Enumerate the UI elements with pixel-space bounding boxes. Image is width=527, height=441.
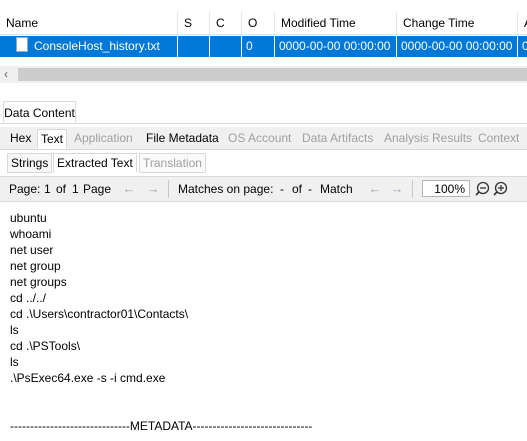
match-current: - [280, 182, 284, 196]
col-modified-time[interactable]: Modified Time [275, 12, 397, 34]
page-current: 1 [44, 182, 51, 196]
text-line: ls [10, 355, 19, 369]
file-name: ConsoleHost_history.txt [34, 39, 160, 53]
cell-a: 0 [522, 39, 527, 53]
cell-name: ConsoleHost_history.txt [0, 36, 178, 57]
data-content-tabbar: Data Content [0, 101, 527, 124]
col-o[interactable]: O [242, 12, 275, 34]
tab-extracted-text[interactable]: Extracted Text [53, 153, 137, 173]
page-label: Page: [9, 182, 41, 196]
extracted-text-area[interactable]: ubuntu whoami net user net group net gro… [0, 202, 527, 441]
horizontal-scrollbar[interactable]: ‹ [0, 66, 527, 83]
col-s[interactable]: S [178, 12, 210, 34]
tab-data-content[interactable]: Data Content [3, 101, 76, 123]
match-total: - [308, 182, 312, 196]
table-row[interactable]: ConsoleHost_history.txt 0 0000-00-00 00:… [0, 36, 527, 57]
paging-toolbar: Page: 1 of 1 Page ← → Matches on page: -… [0, 176, 527, 202]
text-line: net group [10, 259, 61, 273]
tab-context[interactable]: Context [475, 129, 522, 149]
col-name[interactable]: Name [0, 12, 178, 34]
zoom-out-icon[interactable] [474, 179, 492, 199]
match-word: Match [320, 182, 353, 196]
tab-data-artifacts[interactable]: Data Artifacts [299, 129, 376, 149]
tab-strings[interactable]: Strings [7, 153, 53, 173]
scroll-left-icon[interactable]: ‹ [4, 66, 8, 83]
text-line: ls [10, 323, 19, 337]
col-c[interactable]: C [210, 12, 242, 34]
matches-label: Matches on page: [178, 182, 274, 196]
match-of: of [292, 182, 303, 196]
zoom-in-icon[interactable] [492, 179, 510, 199]
toolbar-divider [412, 180, 413, 198]
col-a[interactable]: A [518, 12, 527, 34]
text-line: cd .\PSTools\ [10, 339, 81, 353]
file-table: Name S C O Modified Time Change Time A C… [0, 0, 527, 60]
cell-o: 0 [242, 36, 275, 57]
metadata-separator: ------------------------------METADATA--… [10, 419, 313, 433]
toolbar-divider [168, 180, 169, 198]
next-page-icon[interactable]: → [144, 180, 162, 198]
col-change-time[interactable]: Change Time [397, 12, 518, 34]
cell-c [210, 36, 242, 57]
file-icon [16, 37, 28, 52]
scrollbar-thumb[interactable] [18, 68, 527, 81]
viewer-tabs: Hex Text Application File Metadata OS Ac… [0, 127, 527, 150]
text-line: cd .\Users\contractor01\Contacts\ [10, 307, 189, 321]
cell-s [178, 36, 210, 57]
prev-match-icon[interactable]: ← [366, 180, 384, 198]
zoom-field[interactable]: 100% [422, 180, 470, 197]
text-line: whoami [10, 227, 52, 241]
tab-translation[interactable]: Translation [139, 153, 206, 173]
tab-application[interactable]: Application [71, 129, 136, 149]
page-of: of [56, 182, 67, 196]
tab-hex[interactable]: Hex [7, 129, 34, 149]
text-line: .\PsExec64.exe -s -i cmd.exe [10, 371, 166, 385]
cell-change: 0000-00-00 00:00:00 [397, 36, 518, 57]
text-line: cd ../../ [10, 291, 47, 305]
text-line: net user [10, 243, 54, 257]
page-word: Page [83, 182, 112, 196]
cell-modified: 0000-00-00 00:00:00 [275, 36, 397, 57]
next-match-icon[interactable]: → [388, 180, 406, 198]
table-header: Name S C O Modified Time Change Time A [0, 12, 527, 35]
tab-file-metadata[interactable]: File Metadata [143, 129, 222, 149]
tab-text[interactable]: Text [37, 129, 68, 149]
prev-page-icon[interactable]: ← [120, 180, 138, 198]
tab-analysis-results[interactable]: Analysis Results [381, 129, 475, 149]
text-subtabs: Strings Extracted Text Translation [0, 153, 527, 174]
text-line: net groups [10, 275, 67, 289]
page-total: 1 [72, 182, 79, 196]
tab-os-account[interactable]: OS Account [225, 129, 294, 149]
text-line: ubuntu [10, 211, 47, 225]
